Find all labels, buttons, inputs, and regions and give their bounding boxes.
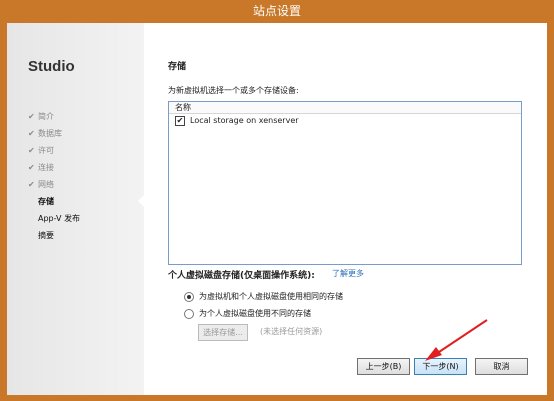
step-licensing: ✔ 许可 (28, 146, 54, 155)
check-icon: ✔ (28, 129, 35, 138)
step-intro: ✔ 简介 (28, 112, 54, 121)
dialog-client-area: Studio ✔ 简介 ✔ 数据库 ✔ 许可 ✔ 连接 ✔ 网络 存储 App-V 发布 … (7, 23, 547, 395)
step-storage: 存储 (38, 197, 54, 206)
back-button[interactable]: 上一步(B) (357, 358, 410, 375)
radio-same-storage[interactable]: 为虚拟机和个人虚拟磁盘使用相同的存储 (184, 291, 343, 302)
list-item-label: Local storage on xenserver (190, 116, 299, 125)
radio-different-storage[interactable]: 为个人虚拟磁盘使用不同的存储 (184, 308, 311, 319)
storage-list[interactable]: 名称 ✔ Local storage on xenserver (168, 101, 522, 265)
step-network: ✔ 网络 (28, 180, 54, 189)
site-setup-window: 站点设置 Studio ✔ 简介 ✔ 数据库 ✔ 许可 ✔ 连接 ✔ 网络 存储 App-… (0, 0, 554, 401)
check-icon: ✔ (28, 180, 35, 189)
step-connection: ✔ 连接 (28, 163, 54, 172)
storage-checkbox[interactable]: ✔ (175, 115, 185, 126)
pvd-heading: 个人虚拟磁盘存储(仅桌面操作系统): (168, 271, 315, 281)
check-icon: ✔ (28, 112, 35, 121)
radio-selected-icon[interactable] (184, 291, 194, 302)
check-icon: ✔ (28, 163, 35, 172)
list-item[interactable]: ✔ Local storage on xenserver (169, 114, 521, 127)
radio-unselected-icon[interactable] (184, 308, 194, 319)
none-selected-hint: (未选择任何资源) (260, 327, 323, 336)
brand-title: Studio (28, 58, 75, 75)
cancel-button[interactable]: 取消 (475, 358, 528, 375)
learn-more-link[interactable]: 了解更多 (332, 268, 364, 279)
wizard-content: 存储 为新虚拟机选择一个或多个存储设备: 名称 ✔ Local storage … (168, 23, 528, 395)
window-title: 站点设置 (252, 4, 301, 18)
wizard-sidebar: Studio ✔ 简介 ✔ 数据库 ✔ 许可 ✔ 连接 ✔ 网络 存储 App-V 发布 … (7, 23, 145, 395)
wizard-steps: ✔ 简介 ✔ 数据库 ✔ 许可 ✔ 连接 ✔ 网络 存储 App-V 发布 摘要 (28, 108, 80, 244)
page-title: 存储 (168, 62, 187, 72)
step-database: ✔ 数据库 (28, 129, 62, 138)
step-appv: App-V 发布 (38, 214, 81, 223)
column-header-name[interactable]: 名称 (169, 102, 521, 114)
step-summary: 摘要 (38, 231, 54, 240)
check-icon: ✔ (28, 146, 35, 155)
select-storage-button[interactable]: 选择存储... (198, 324, 248, 341)
storage-prompt: 为新虚拟机选择一个或多个存储设备: (168, 86, 299, 95)
next-button[interactable]: 下一步(N) (414, 358, 467, 375)
